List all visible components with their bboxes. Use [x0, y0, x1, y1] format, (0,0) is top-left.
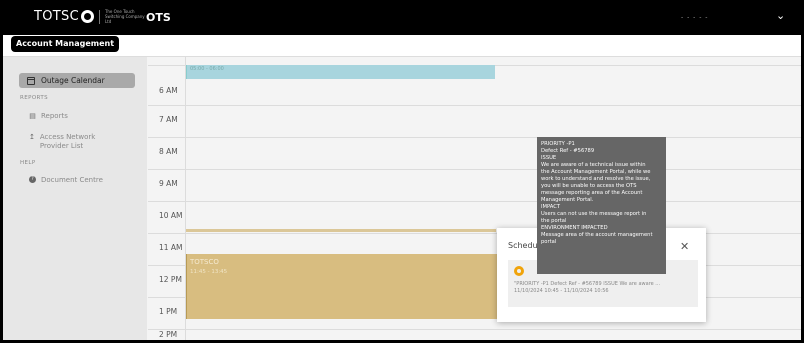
hour-row: 9 AM	[148, 170, 804, 202]
logo-subtext: The One Touch Switching Company Ltd	[104, 9, 145, 24]
logo-mark-icon	[80, 10, 94, 23]
hour-label: 9 AM	[159, 179, 178, 188]
warning-icon	[514, 266, 524, 276]
close-icon[interactable]: ✕	[680, 240, 689, 253]
account-management-button[interactable]: Account Management	[11, 36, 120, 52]
outage-dates: 11/10/2024 10:45 - 11/10/2024 10:56	[514, 288, 609, 294]
event-time: 05:00 - 06:00	[190, 66, 224, 72]
tooltip-line: Management Portal.	[541, 197, 594, 203]
tooltip-line: message reporting area of the Account	[541, 190, 643, 196]
sidebar-item-label: Document Centre	[41, 176, 103, 184]
calendar-event[interactable]: 05:00 - 06:00	[186, 65, 495, 79]
sidebar-item-reports[interactable]: ▤ Reports	[29, 112, 68, 121]
top-bar: TOTSC The One Touch Switching Company Lt…	[0, 0, 804, 35]
bar-chart-icon: ▤	[29, 112, 36, 120]
sidebar-item-outage-calendar[interactable]: Outage Calendar	[19, 73, 135, 88]
tooltip-line: work to understand and resolve the issue…	[541, 176, 651, 182]
sidebar-item-document-centre[interactable]: ? Document Centre	[29, 176, 103, 185]
app-title: OTS	[146, 11, 171, 24]
popup-title: Schedu	[508, 241, 538, 250]
hour-row: 8 AM	[148, 138, 804, 170]
hour-label: 2 PM	[159, 330, 178, 339]
sub-bar: Account Management	[0, 35, 804, 57]
calendar-event[interactable]: TOTSCO 11:45 - 13:45	[186, 254, 497, 319]
hour-label: 8 AM	[159, 147, 178, 156]
tooltip-line: ENVIRONMENT IMPACTED	[541, 225, 608, 231]
outage-details-tooltip: PRIORITY -P1 Defect Ref - #56789 ISSUE W…	[537, 137, 666, 274]
outage-summary-text: "PRIORITY -P1 Defect Ref - #56789 ISSUE …	[514, 281, 661, 287]
sidebar: Outage Calendar REPORTS ▤ Reports ↥ Acce…	[0, 57, 147, 343]
reports-heading: REPORTS	[20, 95, 49, 101]
sidebar-item-label: Outage Calendar	[41, 76, 105, 85]
user-name[interactable]: - - - - -	[681, 14, 708, 21]
help-heading: HELP	[20, 160, 36, 166]
hour-label: 12 PM	[159, 275, 182, 284]
sidebar-item-label: Access Network Provider List	[39, 133, 96, 150]
hour-row: 2 PM	[148, 330, 804, 343]
upload-icon: ↥	[29, 133, 35, 141]
event-time: 11:45 - 13:45	[190, 269, 228, 275]
calendar-icon	[27, 76, 35, 85]
calendar-event-strip[interactable]	[186, 229, 496, 232]
tooltip-line: We are aware of a technical issue within	[541, 162, 646, 168]
outage-summary: "PRIORITY -P1 Defect Ref - #56789 ISSUE …	[514, 281, 696, 295]
tooltip-line: Defect Ref - #56789	[541, 148, 595, 154]
logo-text: TOTSC	[34, 9, 79, 24]
tooltip-line: the Account Management Portal, while we	[541, 169, 651, 175]
sidebar-item-label: Reports	[41, 112, 68, 120]
tooltip-line: the portal	[541, 218, 567, 224]
hour-label: 7 AM	[159, 115, 178, 124]
chevron-down-icon[interactable]: ⌄	[776, 9, 785, 22]
totsco-logo[interactable]: TOTSC The One Touch Switching Company Lt…	[34, 9, 147, 24]
tooltip-line: you will be unable to access the OTS	[541, 183, 637, 189]
hour-row: 7 AM	[148, 106, 804, 138]
tooltip-line: IMPACT	[541, 204, 561, 210]
tooltip-line: Users can not use the message report in	[541, 211, 647, 217]
sidebar-item-access-network-provider-list[interactable]: ↥ Access Network Provider List	[29, 133, 109, 151]
hour-label: 1 PM	[159, 307, 178, 316]
hour-label: 6 AM	[159, 86, 178, 95]
tooltip-line: Message area of the account management	[541, 232, 653, 238]
event-title: TOTSCO	[190, 258, 219, 266]
tooltip-line: ISSUE	[541, 155, 557, 161]
logo-divider	[98, 9, 100, 24]
hour-label: 11 AM	[159, 243, 183, 252]
tooltip-line: portal	[541, 239, 557, 245]
question-icon: ?	[29, 176, 36, 183]
tooltip-line: PRIORITY -P1	[541, 141, 575, 147]
hour-label: 10 AM	[159, 211, 183, 220]
